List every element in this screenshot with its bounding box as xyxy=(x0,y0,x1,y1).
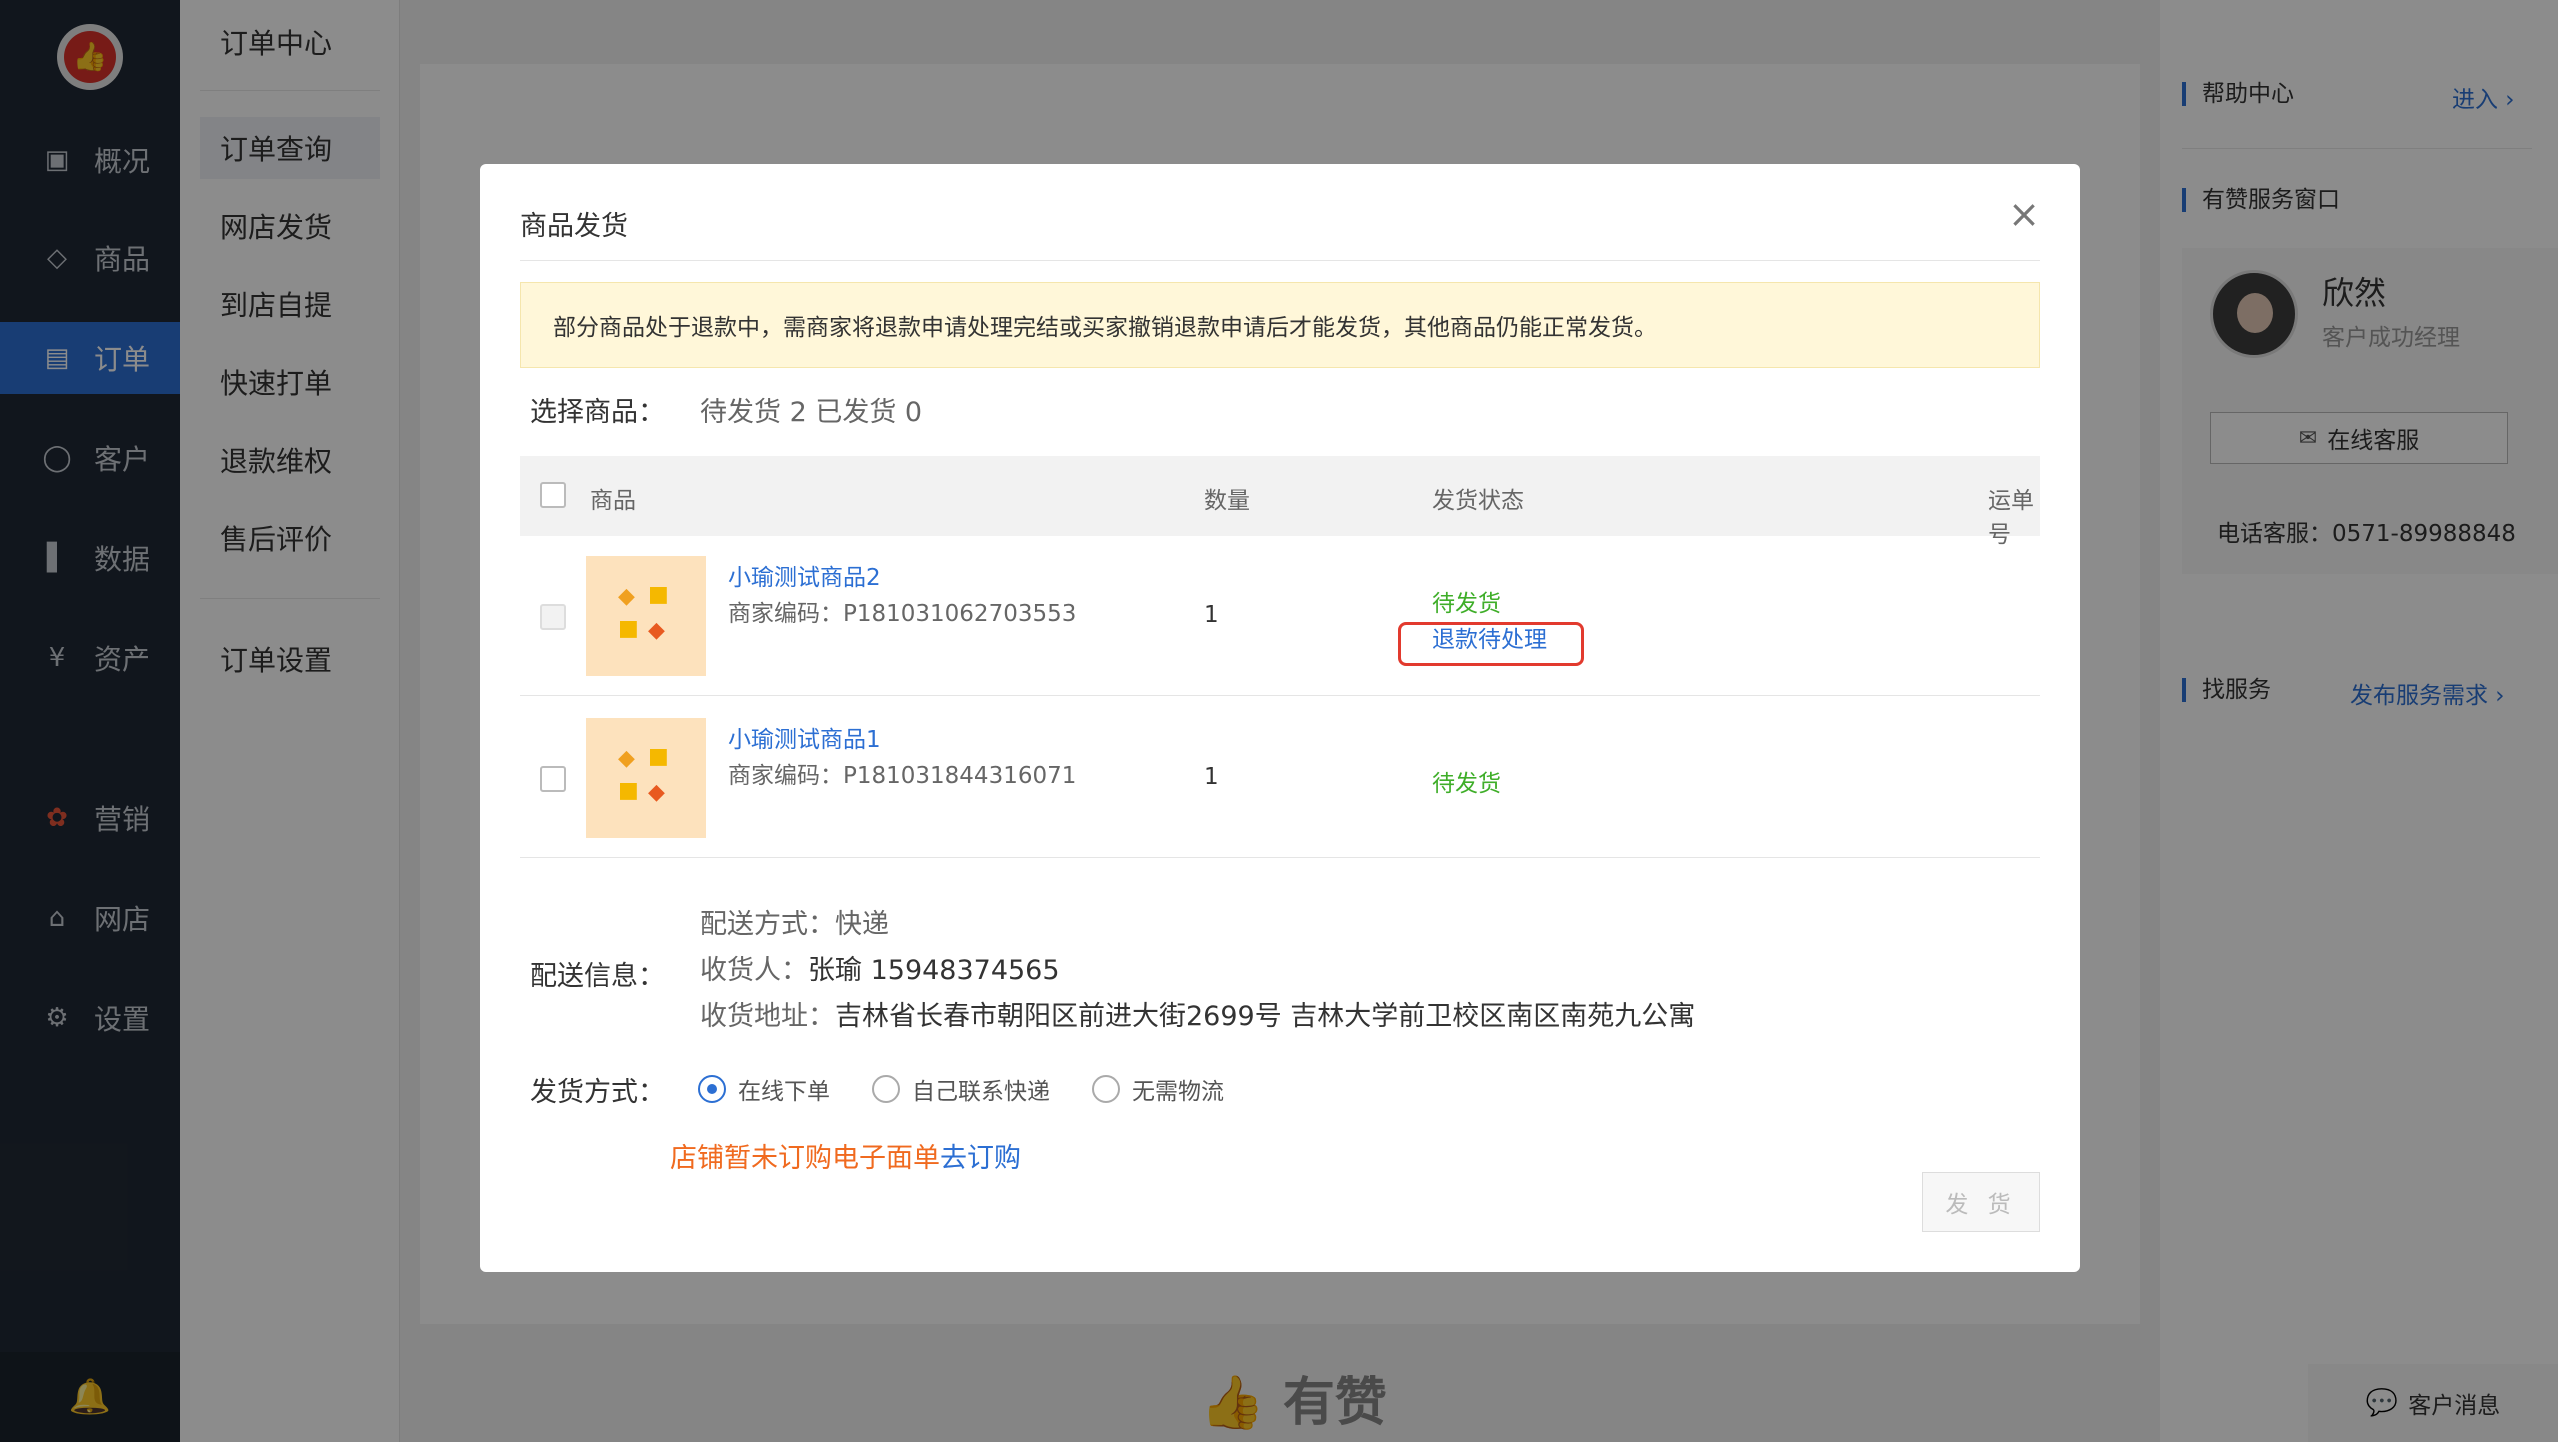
select-all-checkbox[interactable] xyxy=(540,482,566,508)
close-icon[interactable]: × xyxy=(2008,194,2040,234)
row-checkbox[interactable] xyxy=(540,766,566,792)
radio-no-logistics[interactable]: 无需物流 xyxy=(1092,1072,1224,1106)
ship-button[interactable]: 发 货 xyxy=(1922,1172,2040,1232)
radio-self-courier[interactable]: 自己联系快递 xyxy=(872,1072,1050,1106)
ship-method-radio-group: 在线下单 自己联系快递 无需物流 xyxy=(698,1072,1266,1106)
radio-online-order[interactable]: 在线下单 xyxy=(698,1072,830,1106)
select-products-summary: 待发货 2 已发货 0 xyxy=(700,397,923,428)
product-qty: 1 xyxy=(1204,602,1219,628)
product-code: 商家编码：P181031844316071 xyxy=(728,763,1077,789)
product-thumbnail: ◆ ■ ■ ◆ xyxy=(586,718,706,838)
ship-method-label: 发货方式： xyxy=(530,1077,665,1108)
tag-icon: ◆ xyxy=(618,584,635,609)
receiver: 收货人：张瑜 15948374565 xyxy=(700,955,1060,986)
table-row: ◆ ■ ■ ◆ 小瑜测试商品2 商家编码：P181031062703553 1 … xyxy=(520,536,2040,696)
product-name[interactable]: 小瑜测试商品2 xyxy=(728,558,881,592)
table-header: 商品 数量 发货状态 运单号 xyxy=(520,456,2040,548)
tag-icon: ◆ xyxy=(648,780,665,805)
product-code: 商家编码：P181031062703553 xyxy=(728,601,1077,627)
bag-icon: ■ xyxy=(618,778,639,803)
select-products-label: 选择商品： xyxy=(530,397,665,428)
delivery-info-label: 配送信息： xyxy=(530,961,665,992)
bag-icon: ■ xyxy=(618,616,639,641)
column-status: 发货状态 xyxy=(1432,488,1524,514)
receiver-address: 收货地址：吉林省长春市朝阳区前进大街2699号 吉林大学前卫校区南区南苑九公寓 xyxy=(700,1001,1696,1032)
column-qty: 数量 xyxy=(1204,488,1250,514)
ship-status: 待发货 xyxy=(1432,591,1501,617)
e-waybill-warning: 店铺暂未订购电子面单去订购 xyxy=(670,1143,1021,1174)
bag-icon: ■ xyxy=(648,744,669,769)
ship-goods-modal: 商品发货 × 部分商品处于退款中，需商家将退款申请处理完结或买家撤销退款申请后才… xyxy=(480,164,2080,1272)
product-qty: 1 xyxy=(1204,764,1219,790)
tag-icon: ◆ xyxy=(618,746,635,771)
table-row: ◆ ■ ■ ◆ 小瑜测试商品1 商家编码：P181031844316071 1 … xyxy=(520,698,2040,858)
delivery-method: 配送方式：快递 xyxy=(700,909,889,940)
product-name[interactable]: 小瑜测试商品1 xyxy=(728,720,881,754)
product-thumbnail: ◆ ■ ■ ◆ xyxy=(586,556,706,676)
row-checkbox xyxy=(540,604,566,630)
modal-title: 商品发货 xyxy=(520,211,628,242)
ship-status: 待发货 xyxy=(1432,771,1501,797)
radio-button[interactable] xyxy=(872,1075,900,1103)
highlight-box xyxy=(1398,622,1584,666)
divider xyxy=(520,260,2040,261)
radio-button[interactable] xyxy=(1092,1075,1120,1103)
subscribe-link[interactable]: 去订购 xyxy=(940,1143,1021,1174)
bag-icon: ■ xyxy=(648,582,669,607)
refund-notice: 部分商品处于退款中，需商家将退款申请处理完结或买家撤销退款申请后才能发货，其他商… xyxy=(520,282,2040,368)
radio-button[interactable] xyxy=(698,1075,726,1103)
column-product: 商品 xyxy=(590,488,636,514)
tag-icon: ◆ xyxy=(648,618,665,643)
